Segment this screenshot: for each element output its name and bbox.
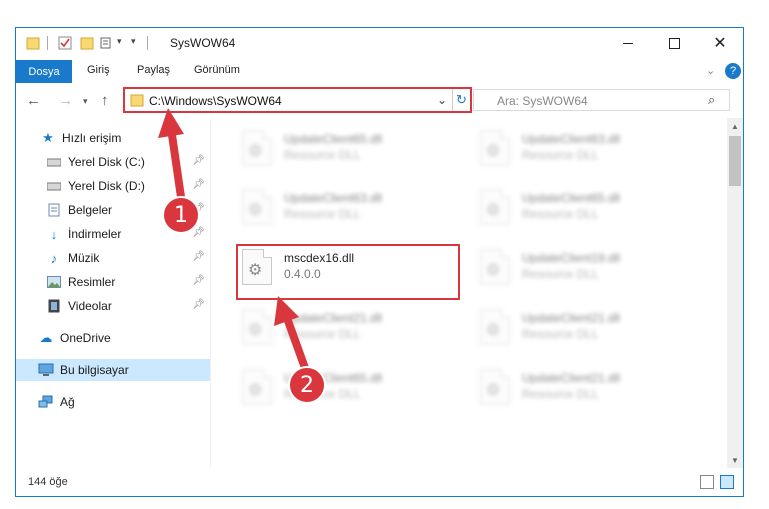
step-1-badge: 1 xyxy=(162,196,200,234)
annotation-arrows xyxy=(158,108,309,372)
explorer-window: ▾ ▾ SysWOW64 ✕ Dosya Giriş Paylaş Görünü… xyxy=(0,0,769,509)
step-2-badge: 2 xyxy=(288,366,326,404)
arrow-2 xyxy=(274,296,309,372)
arrow-1 xyxy=(158,108,185,201)
